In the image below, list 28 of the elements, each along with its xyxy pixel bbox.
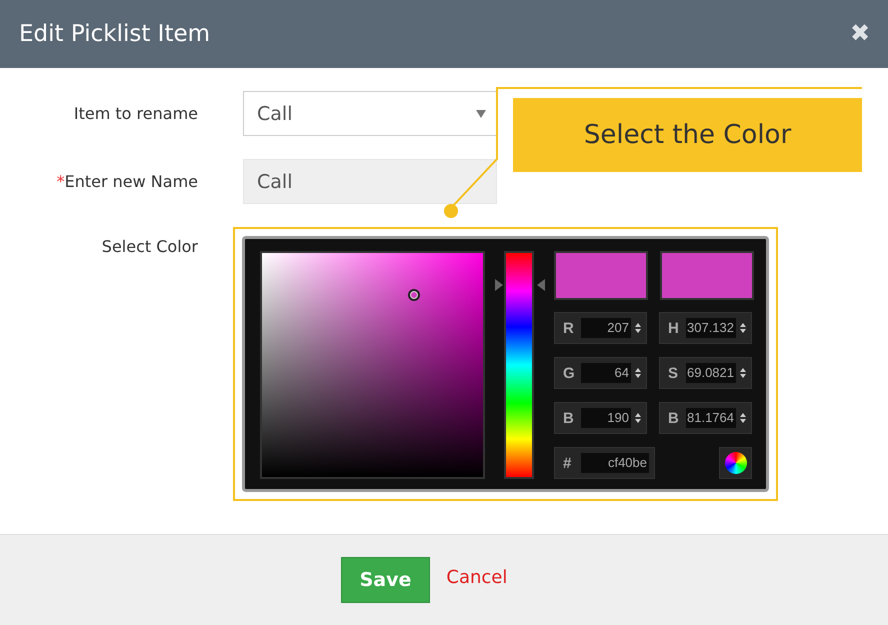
picker-cursor[interactable] bbox=[408, 289, 420, 302]
hue-marker-icon[interactable] bbox=[494, 278, 545, 291]
color-value-field[interactable]: R 207 bbox=[554, 312, 647, 344]
color-value-field[interactable]: G 64 bbox=[554, 357, 647, 389]
spinner-icon[interactable] bbox=[635, 368, 641, 378]
spinner-icon[interactable] bbox=[740, 413, 746, 423]
color-value-field[interactable]: S 69.0821 bbox=[659, 357, 752, 389]
spinner-icon[interactable] bbox=[740, 368, 746, 378]
spinner-icon[interactable] bbox=[635, 323, 641, 333]
hex-field[interactable]: # cf40be bbox=[554, 447, 655, 479]
spinner-icon[interactable] bbox=[740, 323, 746, 333]
field-label: *Enter new Name bbox=[56, 172, 198, 191]
caret-icon bbox=[476, 110, 486, 118]
color-value-field[interactable]: B 81.1764 bbox=[659, 402, 752, 434]
color-value-field[interactable]: H 307.132 bbox=[659, 312, 752, 344]
callout-banner: Select the Color bbox=[513, 98, 862, 172]
item-dropdown[interactable]: Call bbox=[243, 91, 497, 136]
color-value-field[interactable]: B 190 bbox=[554, 402, 647, 434]
close-button[interactable]: ✖ bbox=[850, 22, 870, 46]
field-label: Select Color bbox=[102, 237, 198, 256]
hue-slider[interactable] bbox=[494, 251, 544, 479]
color-wheel-icon bbox=[724, 452, 746, 474]
dialog-title: Edit Picklist Item bbox=[19, 21, 210, 47]
cancel-link[interactable]: Cancel bbox=[446, 566, 508, 588]
field-label: Item to rename bbox=[74, 104, 198, 123]
saturation-brightness-area[interactable] bbox=[260, 251, 485, 479]
spinner-icon[interactable] bbox=[635, 413, 641, 423]
color-wheel-button[interactable] bbox=[719, 447, 752, 479]
